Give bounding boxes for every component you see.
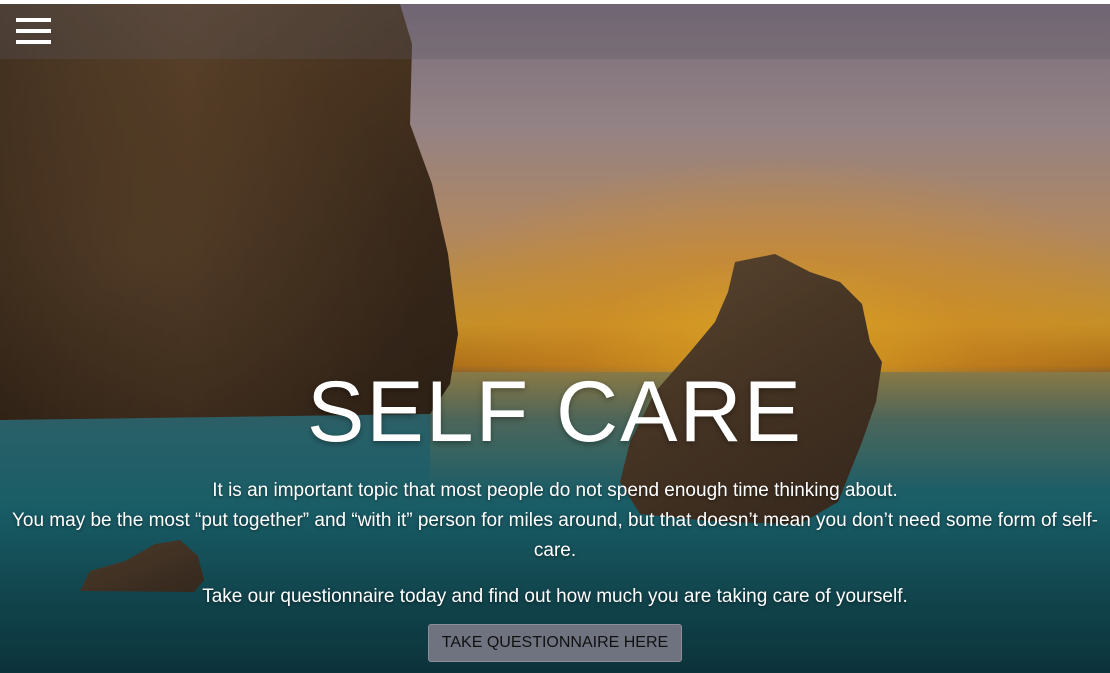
cta-text: Take our questionnaire today and find ou…: [202, 586, 908, 607]
hero-content: SELF CARE It is an important topic that …: [0, 364, 1110, 662]
menu-bar-bottom: [16, 40, 51, 44]
take-questionnaire-button[interactable]: TAKE QUESTIONNAIRE HERE: [427, 624, 683, 662]
description-line-2: You may be the most “put together” and “…: [11, 510, 1099, 561]
menu-bar-top: [16, 18, 51, 22]
description-line-1: It is an important topic that most peopl…: [212, 480, 898, 501]
page-title: SELF CARE: [307, 364, 803, 460]
top-nav-bar: [0, 4, 1110, 59]
menu-bar-middle: [16, 29, 51, 33]
hero-section: SELF CARE It is an important topic that …: [0, 4, 1110, 673]
hero-description: It is an important topic that most peopl…: [0, 476, 1110, 566]
hamburger-menu-icon[interactable]: [16, 18, 52, 46]
